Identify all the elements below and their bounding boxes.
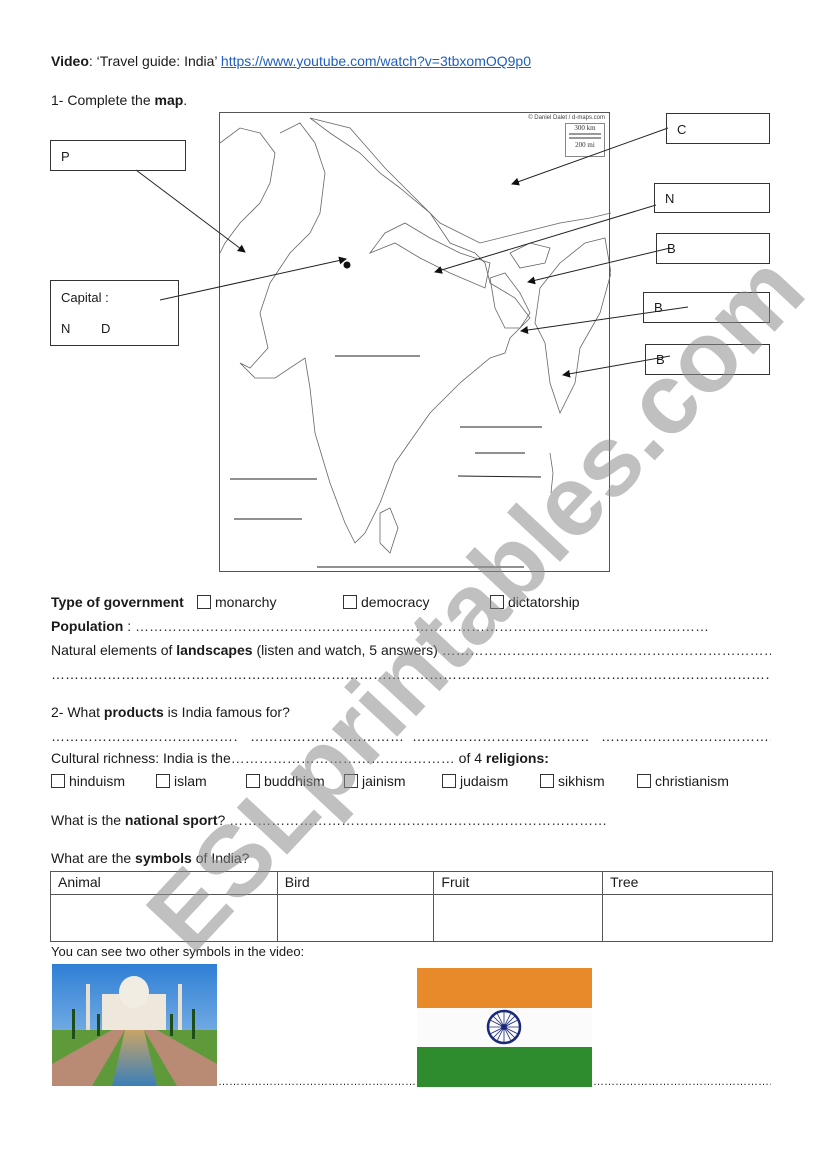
col-tree: Tree xyxy=(602,871,773,895)
religions-line: Cultural richness: India is the………………………… xyxy=(51,750,549,766)
scale-bar-mi xyxy=(569,137,601,139)
section-2-heading: 2- What products is India famous for? xyxy=(51,704,290,720)
map-box-b3[interactable]: B xyxy=(645,344,770,375)
map-box-capital[interactable]: Capital : N D xyxy=(50,280,179,346)
map-credit: © Daniel Dalet / d-maps.com xyxy=(528,115,605,121)
checkbox[interactable] xyxy=(344,774,358,788)
map-box-b2-letter: B xyxy=(654,300,663,315)
symbols-header-row: Animal Bird Fruit Tree xyxy=(50,871,773,895)
checkbox[interactable] xyxy=(246,774,260,788)
bhutan-border xyxy=(509,242,551,269)
scale-mi: 200 mi xyxy=(575,141,595,149)
taj-mahal-image xyxy=(52,964,217,1086)
population-line: Population : ………………………………………………………………………… xyxy=(51,618,709,634)
india-map: © Daniel Dalet / d-maps.com 300 km 200 m… xyxy=(219,112,611,572)
map-box-b3-letter: B xyxy=(656,352,665,367)
map-scale: 300 km 200 mi xyxy=(565,123,605,157)
col-bird: Bird xyxy=(276,871,435,895)
capital-letter-d: D xyxy=(101,321,111,336)
video-line: Video: ‘Travel guide: India’ https://www… xyxy=(51,53,531,69)
video-label: Video xyxy=(51,53,89,69)
map-box-p[interactable]: P xyxy=(50,140,186,171)
religion-option-judaism[interactable]: judaism xyxy=(442,773,508,789)
map-box-c[interactable]: C xyxy=(666,113,770,144)
religion-option-islam[interactable]: islam xyxy=(156,773,207,789)
gov-option-democracy[interactable]: democracy xyxy=(343,594,429,610)
col-fruit: Fruit xyxy=(433,871,604,895)
religions-blank[interactable]: ………………………………………… xyxy=(231,750,455,766)
answer-bird[interactable] xyxy=(276,894,435,942)
video-link[interactable]: https://www.youtube.com/watch?v=3tbxomOQ… xyxy=(221,53,531,69)
map-box-b1-letter: B xyxy=(667,241,676,256)
capital-letter-n: N xyxy=(61,321,71,336)
section-1-suffix: . xyxy=(183,92,188,108)
checkbox[interactable] xyxy=(442,774,456,788)
checkbox[interactable] xyxy=(343,595,357,609)
religion-option-jainism[interactable]: jainism xyxy=(344,773,406,789)
checkbox[interactable] xyxy=(156,774,170,788)
symbols-table: Animal Bird Fruit Tree xyxy=(50,871,773,942)
video-title: : ‘Travel guide: India’ xyxy=(88,53,221,69)
landscapes-blank-2[interactable]: …………………………………………………………………………………………………………… xyxy=(51,666,771,682)
andaman-islands xyxy=(549,452,554,494)
map-box-c-letter: C xyxy=(677,122,687,137)
map-answer-line-4 xyxy=(457,475,542,478)
taj-mahal-blank[interactable]: ……………………………………………………… xyxy=(218,1076,416,1088)
indian-flag-image xyxy=(417,968,592,1087)
product-blank-1[interactable]: ………………………………………… xyxy=(51,728,239,744)
sport-blank[interactable]: ……………………………………………………………………… xyxy=(229,812,607,828)
col-animal: Animal xyxy=(50,871,278,895)
checkbox[interactable] xyxy=(637,774,651,788)
section-1-heading: 1- Complete the map. xyxy=(51,92,187,108)
scale-km: 300 km xyxy=(574,124,596,132)
other-symbols-text: You can see two other symbols in the vid… xyxy=(51,944,305,959)
map-box-n[interactable]: N xyxy=(654,183,770,213)
scale-bar-km xyxy=(569,133,601,135)
landscapes-blank-1[interactable]: …………………………………………………………………………… xyxy=(442,642,771,658)
religion-option-hinduism[interactable]: hinduism xyxy=(51,773,125,789)
answer-tree[interactable] xyxy=(602,894,773,942)
map-box-b2[interactable]: B xyxy=(643,292,770,323)
sri-lanka xyxy=(379,507,399,554)
section-1-bold: map xyxy=(154,92,184,108)
gov-option-monarchy[interactable]: monarchy xyxy=(197,594,276,610)
pakistan-border xyxy=(220,127,276,254)
population-label: Population xyxy=(51,618,124,634)
checkbox[interactable] xyxy=(51,774,65,788)
myanmar-border xyxy=(534,237,611,415)
checkbox[interactable] xyxy=(197,595,211,609)
religion-option-sikhism[interactable]: sikhism xyxy=(540,773,605,789)
answer-fruit[interactable] xyxy=(433,894,604,942)
symbols-answer-row xyxy=(50,894,773,942)
product-blank-2[interactable]: ………………………………………… xyxy=(250,728,402,744)
landscapes-line: Natural elements of landscapes (listen a… xyxy=(51,642,771,658)
section-1-prefix: 1- Complete the xyxy=(51,92,155,108)
bangladesh-border xyxy=(489,272,531,329)
map-box-b1[interactable]: B xyxy=(656,233,770,264)
sport-line: What is the national sport? ………………………………… xyxy=(51,812,608,828)
map-outline xyxy=(220,117,611,568)
product-blank-4[interactable]: ………………………………………… xyxy=(601,728,771,744)
checkbox[interactable] xyxy=(540,774,554,788)
government-label: Type of government xyxy=(51,594,184,610)
flag-blank[interactable]: ……………………………………………………… xyxy=(593,1076,771,1088)
map-box-p-letter: P xyxy=(61,149,70,164)
religion-option-buddhism[interactable]: buddhism xyxy=(246,773,325,789)
product-blank-3[interactable]: …………………………………………… xyxy=(412,728,590,744)
capital-dot xyxy=(343,261,351,269)
answer-animal[interactable] xyxy=(50,894,278,942)
symbols-heading: What are the symbols of India? xyxy=(51,850,250,866)
religion-option-christianism[interactable]: christianism xyxy=(637,773,729,789)
population-blank[interactable]: …………………………………………………………………………………………………………… xyxy=(135,618,709,634)
gov-option-dictatorship[interactable]: dictatorship xyxy=(490,594,580,610)
capital-label: Capital : xyxy=(61,290,109,305)
checkbox[interactable] xyxy=(490,595,504,609)
map-box-n-letter: N xyxy=(665,191,675,206)
nepal-border xyxy=(368,222,491,289)
